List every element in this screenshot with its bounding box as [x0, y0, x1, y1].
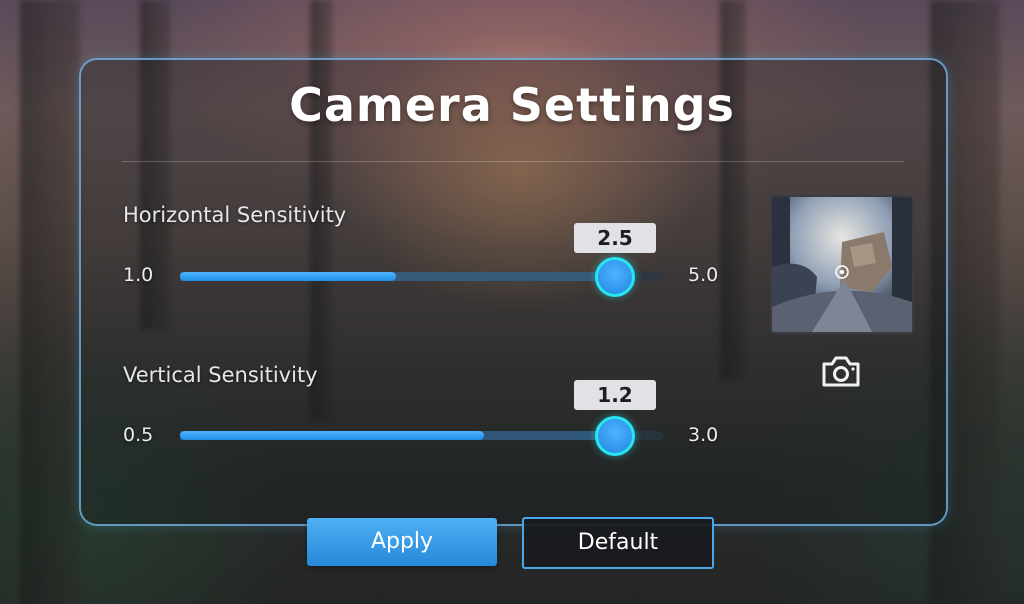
- apply-button[interactable]: Apply: [307, 518, 497, 566]
- preview-scene-image: [772, 197, 912, 332]
- page-title: Camera Settings: [289, 78, 735, 132]
- vertical-slider-fill: [180, 431, 484, 440]
- horizontal-value-box: 2.5: [574, 223, 656, 253]
- camera-preview-thumbnail: [770, 195, 914, 334]
- vertical-min-label: 0.5: [123, 424, 154, 446]
- vertical-sensitivity-label: Vertical Sensitivity: [123, 363, 318, 387]
- horizontal-max-label: 5.0: [688, 264, 719, 286]
- horizontal-min-label: 1.0: [123, 264, 154, 286]
- horizontal-slider-track[interactable]: [180, 272, 664, 281]
- title-divider: [122, 161, 904, 162]
- vertical-slider-thumb[interactable]: [595, 416, 635, 456]
- camera-icon[interactable]: [820, 355, 862, 389]
- horizontal-sensitivity-label: Horizontal Sensitivity: [123, 203, 347, 227]
- vertical-slider-track[interactable]: [180, 431, 664, 440]
- vertical-value-box: 1.2: [574, 380, 656, 410]
- vertical-max-label: 3.0: [688, 424, 719, 446]
- horizontal-slider-thumb[interactable]: [595, 257, 635, 297]
- horizontal-slider-fill: [180, 272, 396, 281]
- default-button[interactable]: Default: [522, 517, 714, 569]
